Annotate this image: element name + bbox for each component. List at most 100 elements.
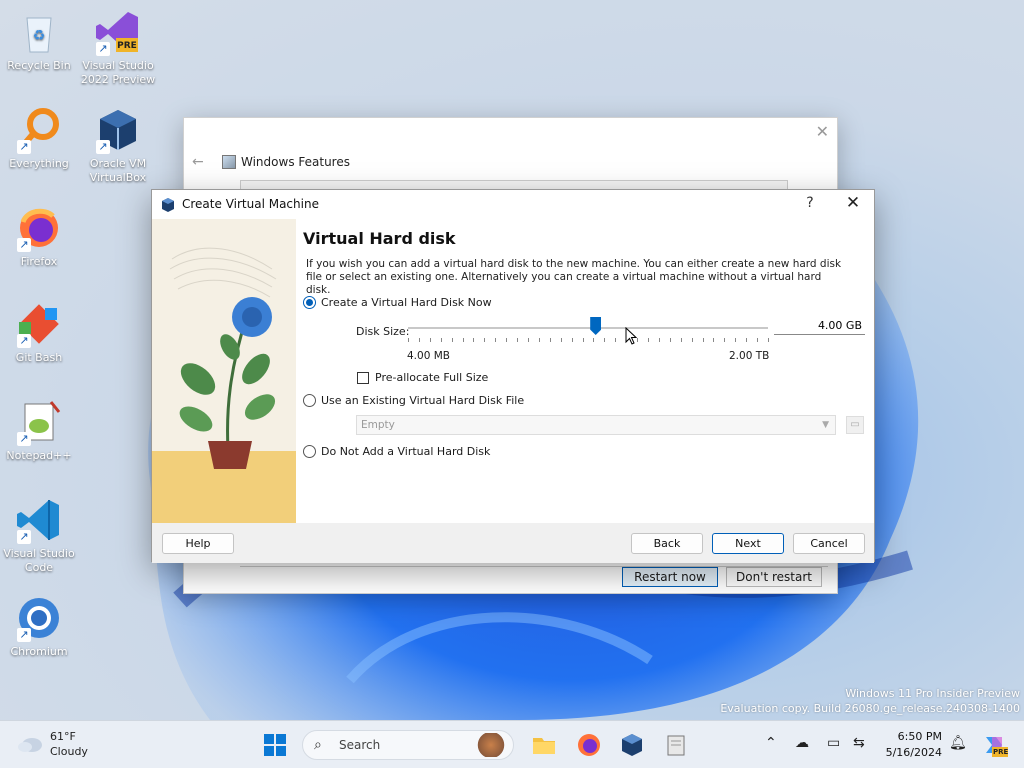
dont-restart-button[interactable]: Don't restart — [726, 567, 822, 587]
notepadpp-icon: ↗ — [15, 398, 63, 446]
disk-size-slider[interactable] — [408, 317, 769, 345]
desktop-icon-label: Everything — [9, 157, 69, 170]
radio-create-now[interactable] — [303, 296, 316, 309]
system-clock[interactable]: 6:50 PM 5/16/2024 — [884, 729, 942, 761]
display-icon[interactable]: ▭ — [827, 735, 840, 751]
watermark-line1: Windows 11 Pro Insider Preview — [845, 687, 1020, 700]
dialog-titlebar: Create Virtual Machine ? ✕ — [152, 190, 874, 219]
slider-tick — [517, 338, 519, 342]
firefox-icon: ↗ — [15, 204, 63, 252]
search-placeholder: Search — [339, 738, 381, 752]
slider-tick — [757, 338, 759, 342]
desktop-icon-notepadpp[interactable]: ↗ Notepad++ — [1, 398, 77, 463]
desktop-icon-firefox[interactable]: ↗ Firefox — [1, 204, 77, 269]
file-explorer-icon[interactable] — [530, 731, 558, 759]
close-icon[interactable]: ✕ — [816, 122, 829, 141]
help-button[interactable]: Help — [162, 533, 234, 554]
wizard-content: Virtual Hard disk If you wish you can ad… — [296, 219, 874, 523]
radio-do-not-add[interactable] — [303, 445, 316, 458]
taskbar-search[interactable]: ⌕ Search — [302, 730, 514, 760]
desktop-icon-recycle-bin[interactable]: ♻ Recycle Bin — [1, 8, 77, 73]
copilot-pre-badge: PRE — [993, 748, 1009, 756]
slider-tick — [615, 338, 617, 342]
notification-bell-icon[interactable]: 🔔︎ — [949, 735, 967, 751]
help-question-icon[interactable]: ? — [802, 195, 818, 211]
slider-tick — [560, 338, 562, 342]
clock-date: 5/16/2024 — [885, 746, 942, 759]
option-label: Do Not Add a Virtual Hard Disk — [321, 445, 491, 458]
clock-time: 6:50 PM — [897, 730, 942, 743]
disk-size-input[interactable] — [774, 317, 865, 335]
option-do-not-add[interactable]: Do Not Add a Virtual Hard Disk — [303, 445, 490, 458]
option-use-existing[interactable]: Use an Existing Virtual Hard Disk File — [303, 394, 524, 407]
virtualbox-taskbar-icon[interactable] — [618, 731, 646, 759]
option-label: Use an Existing Virtual Hard Disk File — [321, 394, 525, 407]
everything-search-icon: ↗ — [15, 106, 63, 154]
back-arrow-icon[interactable]: ← — [192, 154, 204, 170]
slider-tick — [528, 338, 529, 342]
slider-tick — [691, 338, 693, 342]
network-icon[interactable]: ⇆ — [853, 735, 865, 751]
slider-tick — [658, 338, 660, 342]
taskbar: 61°F Cloudy ⌕ Search ⌃ ☁ ▭ ⇆ 6:50 PM 5/1… — [0, 720, 1024, 768]
slider-tick — [680, 338, 682, 342]
mouse-cursor-icon — [625, 327, 637, 345]
option-create-now[interactable]: Create a Virtual Hard Disk Now — [303, 296, 492, 309]
desktop-icon-label: Oracle VM VirtualBox — [89, 157, 147, 184]
option-label: Create a Virtual Hard Disk Now — [321, 296, 492, 309]
slider-tick — [637, 338, 639, 342]
weather-widget[interactable]: 61°F Cloudy — [16, 729, 88, 759]
wizard-illustration — [152, 219, 296, 523]
shortcut-arrow-icon: ↗ — [96, 140, 110, 154]
dialog-button-bar: Help Back Next Cancel — [152, 523, 874, 563]
slider-tick — [768, 338, 769, 342]
desktop-icon-git-bash[interactable]: ↗ Git Bash — [1, 300, 77, 365]
start-button-windows-icon[interactable] — [264, 734, 286, 756]
desktop-icon-chromium[interactable]: ↗ Chromium — [1, 594, 77, 659]
slider-tick — [724, 338, 726, 342]
virtualbox-icon — [162, 198, 174, 212]
git-bash-icon: ↗ — [15, 300, 63, 348]
restart-now-button[interactable]: Restart now — [622, 567, 718, 587]
desktop-icon-visual-studio[interactable]: PRE ↗ Visual Studio 2022 Preview — [80, 8, 156, 87]
preallocate-checkbox[interactable] — [357, 371, 369, 384]
slider-tick — [462, 338, 464, 342]
slider-tick — [506, 338, 508, 342]
radio-use-existing[interactable] — [303, 394, 316, 407]
virtualbox-icon: ↗ — [94, 106, 142, 154]
desktop-icon-virtualbox[interactable]: ↗ Oracle VM VirtualBox — [80, 106, 156, 185]
desktop-icon-label: Git Bash — [15, 351, 63, 364]
slider-track[interactable] — [408, 327, 768, 329]
slider-tick — [713, 338, 715, 342]
windows-features-icon — [222, 155, 236, 169]
desktop-icon-label: Firefox — [20, 255, 58, 268]
desktop-icon-vscode[interactable]: ↗ Visual Studio Code — [1, 496, 77, 575]
weather-temp: 61°F — [50, 730, 76, 743]
window-title: Windows Features — [241, 155, 350, 169]
desktop-icon-everything[interactable]: ↗ Everything — [1, 106, 77, 171]
preallocate-option[interactable]: Pre-allocate Full Size — [357, 371, 488, 384]
windows-features-taskbar-icon[interactable] — [662, 731, 690, 759]
slider-tick — [484, 338, 486, 342]
desktop-icon-label: Visual Studio Code — [3, 547, 75, 574]
svg-text:♻: ♻ — [33, 28, 46, 44]
watermark-line2: Evaluation copy. Build 26080.ge_release.… — [720, 702, 1020, 715]
slider-tick — [418, 338, 420, 342]
next-button[interactable]: Next — [712, 533, 784, 554]
back-button[interactable]: Back — [631, 533, 703, 554]
slider-tick — [735, 338, 737, 342]
firefox-taskbar-icon[interactable] — [575, 731, 603, 759]
cancel-button[interactable]: Cancel — [793, 533, 865, 554]
onedrive-offline-icon[interactable]: ☁ — [795, 735, 809, 751]
slider-thumb[interactable] — [590, 317, 602, 335]
visual-studio-icon: PRE ↗ — [94, 8, 142, 56]
desktop-icon-label: Chromium — [10, 645, 68, 658]
shortcut-arrow-icon: ↗ — [17, 628, 31, 642]
search-icon: ⌕ — [314, 737, 322, 753]
preallocate-label: Pre-allocate Full Size — [375, 371, 489, 384]
chevron-up-icon[interactable]: ⌃ — [765, 735, 777, 751]
close-icon[interactable]: ✕ — [842, 193, 864, 213]
disk-size-label: Disk Size: — [356, 325, 410, 338]
slider-tick — [746, 338, 748, 342]
dialog-title: Create Virtual Machine — [182, 197, 319, 211]
